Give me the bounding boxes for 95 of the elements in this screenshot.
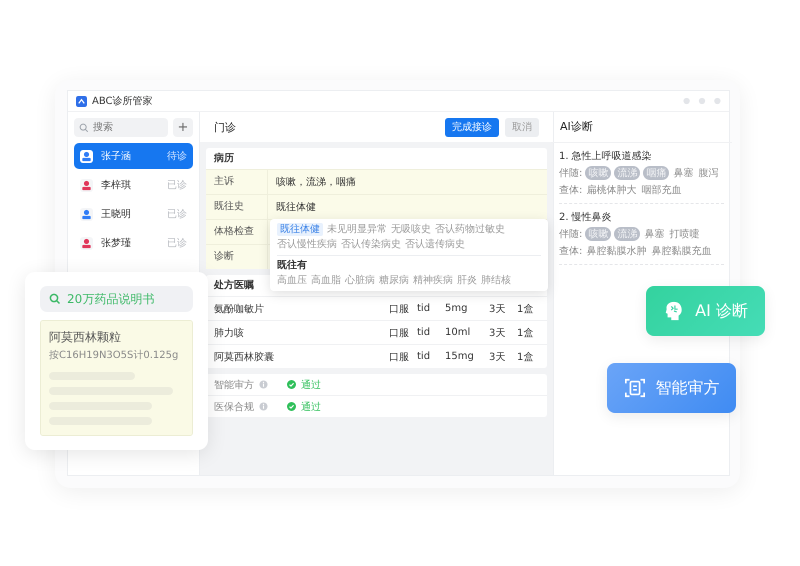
symptom-tag: 咳嗽 — [585, 227, 612, 241]
drug-name: 氨酚咖敏片 — [214, 302, 265, 316]
finding-tag: 鼻腔黏膜充血 — [650, 244, 712, 258]
card-title: 处方医嘱 — [212, 278, 255, 293]
dose-cell-text: 5mg — [445, 303, 468, 314]
search-field[interactable]: 搜索 — [74, 118, 168, 137]
quantity-cell-text: 1盒 — [517, 302, 534, 316]
route-cell-text: 口服 — [389, 326, 410, 340]
check-result: 通过 — [301, 378, 321, 392]
option-chip[interactable]: 精神疾病 — [413, 274, 453, 287]
card-title: 病历 — [212, 152, 235, 166]
finding-tag: 咽部充血 — [640, 183, 682, 197]
visit-status: 待诊 — [167, 150, 187, 163]
option-chip[interactable]: 无吸咳史 — [391, 223, 431, 236]
option-chip[interactable]: 未见明显异常 — [327, 223, 387, 236]
diagnosis-title: 1. 急性上呼吸道感染 — [559, 150, 653, 163]
cancel-button[interactable]: 取消 — [505, 118, 539, 136]
symptom-tag: 流涕 — [614, 166, 640, 180]
search-icon — [49, 293, 61, 305]
symptom-tag: 鼻塞 — [643, 227, 666, 241]
search-text: 20万药品说明书 — [67, 290, 154, 308]
symptom-tag: 咽痛 — [643, 166, 670, 180]
days-cell-text: 3天 — [489, 302, 506, 316]
symptom-tag: 咳嗽 — [585, 166, 612, 180]
drug-name: 阿莫西林颗粒 — [49, 329, 122, 346]
frequency-cell-text: tid — [417, 351, 432, 362]
option-chip[interactable]: 否认遗传病史 — [405, 238, 465, 251]
dose-cell-text: 10ml — [445, 327, 472, 338]
tag-label: 查体: — [559, 184, 582, 197]
option-chip[interactable]: 否认药物过敏史 — [435, 223, 505, 236]
info-icon[interactable] — [259, 380, 268, 389]
tag-label: 伴随: — [559, 167, 582, 180]
drug-spec: 按C16H19N3O5S计0.125g — [49, 348, 180, 362]
badge-label: AI 诊断 — [695, 300, 748, 322]
option-chip[interactable]: 糖尿病 — [379, 274, 409, 287]
search-icon — [79, 123, 89, 133]
patient-name: 王晓明 — [101, 208, 131, 221]
check-label: 智能审方 — [214, 378, 254, 392]
badge-label: 智能审方 — [656, 378, 720, 398]
symptom-tag: 鼻塞 — [672, 166, 694, 180]
check-icon — [287, 380, 296, 389]
quantity-cell-text: 1盒 — [517, 350, 534, 364]
symptom-tag: 流涕 — [614, 227, 640, 241]
symptom-tag: 打喷嚏 — [668, 227, 700, 241]
option-chip[interactable]: 既往体健 — [277, 223, 323, 236]
diagnosis-title: 2. 慢性鼻炎 — [559, 210, 613, 224]
drug-name: 肺力咳 — [214, 326, 245, 340]
visit-status: 已诊 — [167, 237, 187, 250]
window-controls-icon[interactable] — [683, 97, 721, 105]
option-chip[interactable]: 否认慢性疾病 — [277, 238, 337, 251]
check-label: 医保合规 — [214, 400, 254, 414]
symptom-tag: 腹泻 — [697, 166, 720, 180]
drug-search-field[interactable]: 20万药品说明书 — [40, 286, 193, 312]
visit-status: 已诊 — [167, 179, 187, 192]
dose-cell-text: 15mg — [445, 351, 475, 362]
patient-item[interactable]: 张子涵 待诊 — [74, 143, 193, 169]
option-chip[interactable]: 心脏病 — [345, 274, 375, 287]
visit-status: 已诊 — [167, 208, 187, 221]
option-chip[interactable]: 肝炎 — [457, 274, 477, 287]
tag-label: 伴随: — [559, 228, 582, 241]
clipboard-scan-icon — [624, 377, 646, 399]
finish-button[interactable]: 完成接诊 — [445, 118, 499, 136]
finding-tag: 扁桃体肿大 — [585, 183, 638, 197]
patient-name: 李梓琪 — [101, 178, 131, 192]
field-value[interactable]: 既往体健 — [268, 200, 316, 214]
patient-item[interactable]: 李梓琪 已诊 — [74, 172, 193, 198]
panel-title: AI诊断 — [551, 112, 732, 143]
page-title: 门诊 — [214, 120, 236, 134]
days-cell-text: 3天 — [489, 326, 506, 340]
finding-tag: 鼻腔黏膜水肿 — [585, 244, 648, 258]
group-title: 既往有 — [277, 259, 308, 272]
option-chip[interactable]: 否认传染病史 — [341, 238, 401, 251]
patient-name: 张子涵 — [101, 150, 131, 163]
option-chip[interactable]: 肺结核 — [481, 274, 511, 287]
option-chip[interactable]: 高血脂 — [311, 274, 341, 287]
route-cell-text: 口服 — [389, 302, 410, 316]
patient-name: 张梦瑾 — [101, 236, 131, 250]
option-chip[interactable]: 高血压 — [277, 274, 307, 287]
frequency-cell-text: tid — [417, 303, 432, 314]
window-title: ABC诊所管家 — [92, 94, 153, 108]
field-value[interactable]: 咳嗽，流涕，咽痛 — [268, 175, 356, 189]
info-icon[interactable] — [259, 402, 268, 411]
add-button[interactable]: + — [173, 118, 193, 137]
check-icon — [287, 402, 296, 411]
patient-item[interactable]: 张梦瑾 已诊 — [74, 230, 193, 256]
drug-name: 阿莫西林胶囊 — [214, 350, 275, 364]
tag-label: 查体: — [559, 244, 582, 258]
app-logo-icon — [76, 96, 87, 106]
frequency-cell-text: tid — [417, 327, 432, 338]
field-label: 诊断 — [206, 245, 268, 269]
check-result: 通过 — [301, 400, 321, 414]
route-cell-text: 口服 — [389, 350, 410, 364]
patient-item[interactable]: 王晓明 已诊 — [74, 201, 193, 227]
quantity-cell-text: 1盒 — [517, 326, 534, 340]
days-cell-text: 3天 — [489, 350, 506, 364]
